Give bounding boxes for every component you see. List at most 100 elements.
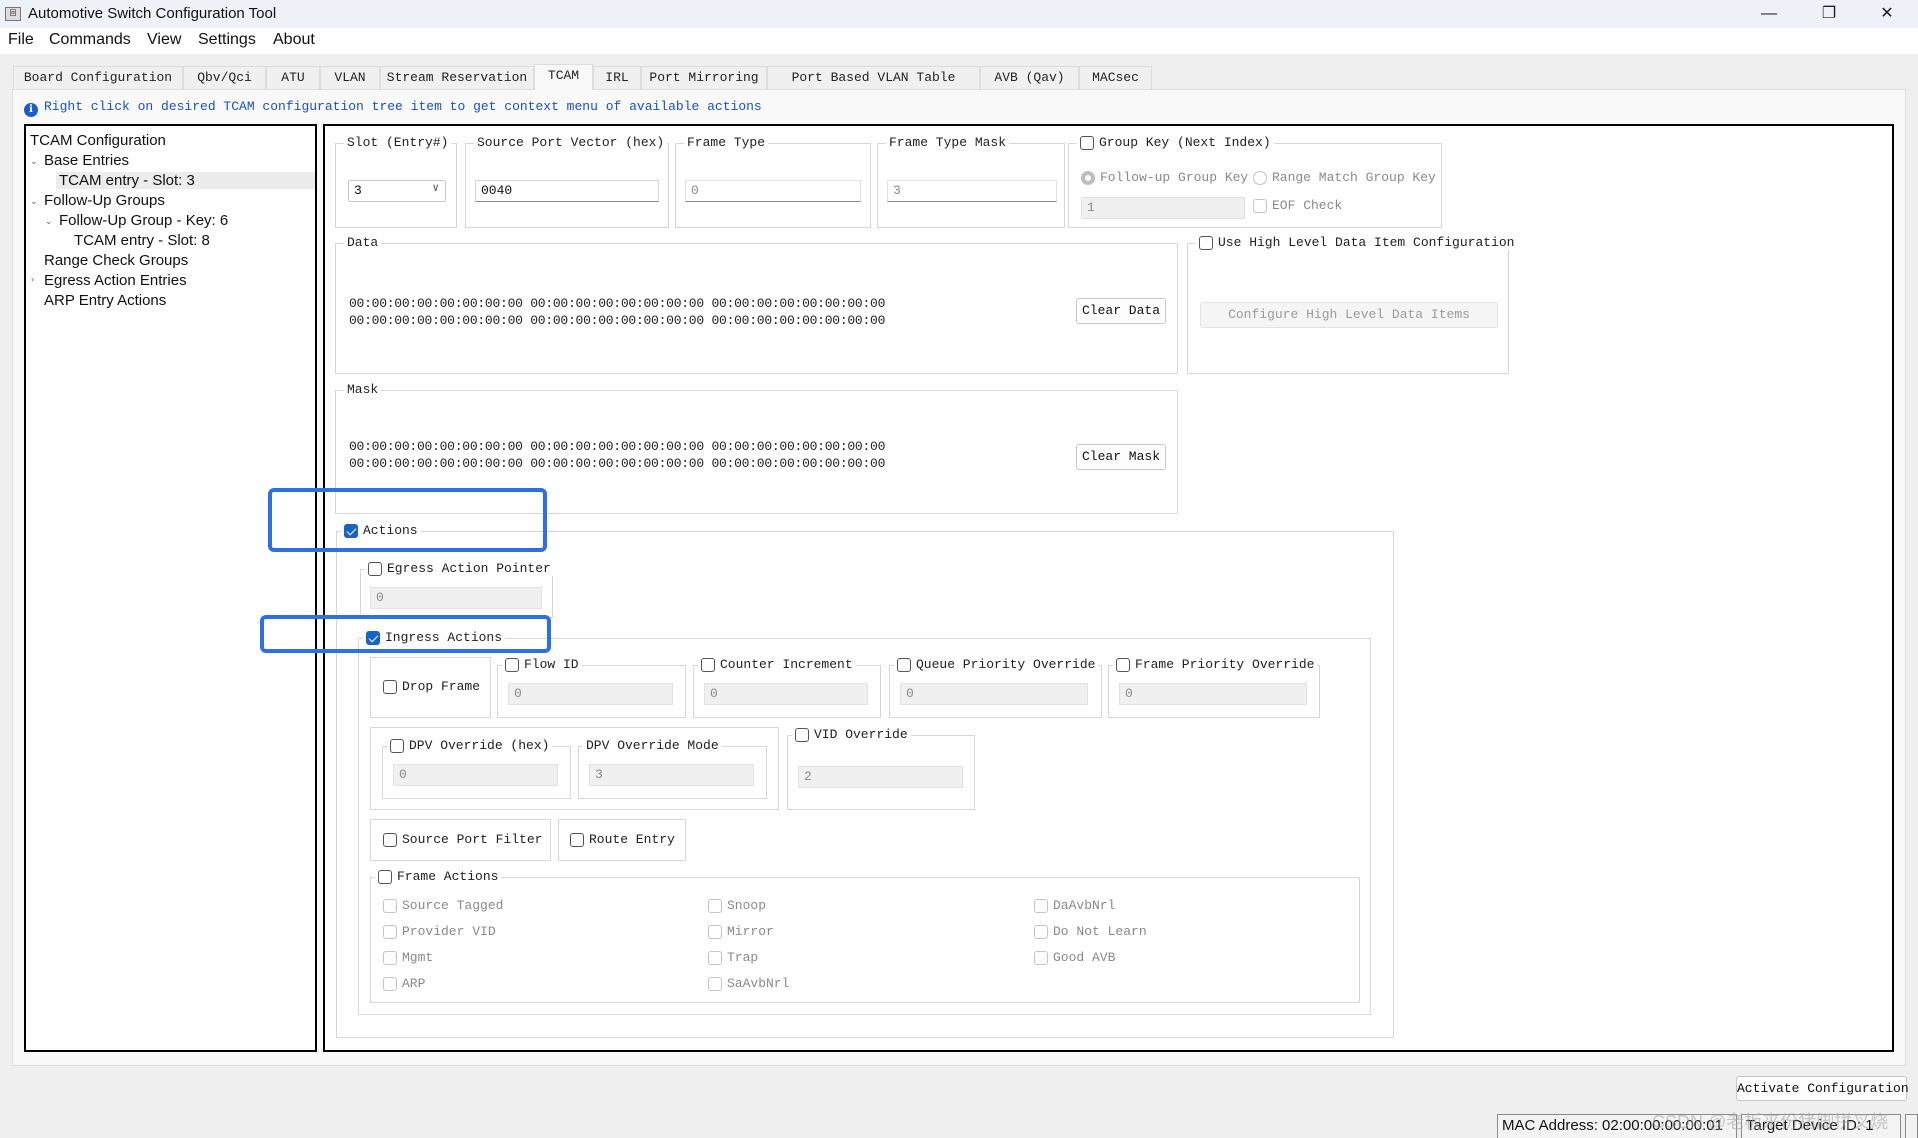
tab-board-configuration[interactable]: Board Configuration — [13, 66, 183, 89]
counter-increment-label[interactable]: Counter Increment — [698, 657, 856, 672]
egress-checkbox[interactable] — [368, 561, 382, 576]
group-key-label[interactable]: Group Key (Next Index) — [1077, 135, 1274, 150]
frame-type-input[interactable]: 0 — [685, 180, 861, 202]
expand-icon[interactable]: ⌄ — [45, 216, 53, 227]
configure-high-level-button[interactable]: Configure High Level Data Items — [1200, 302, 1498, 328]
data-line-2[interactable]: 00:00:00:00:00:00:00:00 00:00:00:00:00:0… — [349, 313, 885, 328]
counter-increment-input[interactable]: 0 — [704, 683, 868, 705]
data-line-1[interactable]: 00:00:00:00:00:00:00:00 00:00:00:00:00:0… — [349, 296, 885, 311]
menu-view[interactable]: View — [147, 31, 181, 49]
activate-configuration-button[interactable]: Activate Configuration — [1736, 1076, 1909, 1101]
flow-id-label[interactable]: Flow ID — [502, 657, 582, 672]
dpv-override-mode-label: DPV Override Mode — [583, 738, 722, 753]
frame-action-saavbnrl-checkbox[interactable]: SaAvbNrl — [708, 976, 789, 991]
frame-priority-override-label[interactable]: Frame Priority Override — [1113, 657, 1318, 672]
tree-item-follow-up-groups[interactable]: Follow-Up Groups — [44, 192, 165, 209]
counter-increment-checkbox[interactable] — [701, 657, 715, 672]
dpv-override-mode-input[interactable]: 3 — [589, 764, 754, 786]
frame-action-snoop-checkbox[interactable]: Snoop — [708, 898, 766, 913]
tab-qbv-qci[interactable]: Qbv/Qci — [183, 66, 266, 89]
vid-override-input[interactable]: 2 — [798, 766, 963, 788]
source-port-filter-checkbox[interactable]: Source Port Filter — [383, 832, 542, 847]
egress-action-pointer-input[interactable]: 0 — [370, 587, 542, 609]
eof-check-checkbox[interactable]: EOF Check — [1253, 198, 1342, 213]
dpv-override-checkbox[interactable] — [390, 738, 404, 753]
frame-priority-override-input[interactable]: 0 — [1119, 683, 1307, 705]
frame-action-mgmt-checkbox[interactable]: Mgmt — [383, 950, 433, 965]
checkbox-icon — [1253, 198, 1267, 213]
egress-label[interactable]: Egress Action Pointer — [365, 561, 554, 576]
tree-item-base-entries[interactable]: Base Entries — [44, 152, 129, 169]
frame-action-daavbnrl-checkbox[interactable]: DaAvbNrl — [1034, 898, 1115, 913]
group-key-input[interactable]: 1 — [1081, 197, 1245, 219]
frame-action-provider-vid-checkbox[interactable]: Provider VID — [383, 924, 496, 939]
tab-stream-reservation[interactable]: Stream Reservation — [380, 66, 534, 89]
drop-frame-checkbox[interactable]: Drop Frame — [383, 679, 480, 694]
menu-commands[interactable]: Commands — [49, 31, 131, 49]
tree-item-tcam-slot-8[interactable]: TCAM entry - Slot: 8 — [74, 232, 210, 249]
tcam-config-tree[interactable]: TCAM Configuration ⌄ Base Entries TCAM e… — [24, 124, 317, 1052]
frame-actions-label[interactable]: Frame Actions — [375, 869, 502, 884]
egress-action-pointer-group: Egress Action Pointer 0 — [360, 561, 554, 618]
expand-icon[interactable]: ⌄ — [30, 196, 38, 207]
close-button[interactable]: ✕ — [1858, 0, 1916, 28]
frame-action-source-tagged-checkbox[interactable]: Source Tagged — [383, 898, 503, 913]
expand-icon[interactable]: ⌄ — [30, 156, 38, 167]
tab-port-mirroring[interactable]: Port Mirroring — [641, 66, 767, 89]
queue-priority-override-input[interactable]: 0 — [900, 683, 1088, 705]
tab-atu[interactable]: ATU — [266, 66, 320, 89]
slot-select[interactable]: 3 ∨ — [348, 180, 446, 202]
vid-override-label[interactable]: VID Override — [792, 727, 911, 742]
queue-priority-override-checkbox[interactable] — [897, 657, 911, 672]
mask-line-2[interactable]: 00:00:00:00:00:00:00:00 00:00:00:00:00:0… — [349, 456, 885, 471]
frame-action-label: Good AVB — [1053, 950, 1116, 965]
dpv-override-input[interactable]: 0 — [393, 764, 558, 786]
checkbox-icon — [383, 950, 397, 965]
dpv-override-label[interactable]: DPV Override (hex) — [387, 738, 553, 753]
menu-settings[interactable]: Settings — [198, 31, 256, 49]
frame-action-do-not-learn-checkbox[interactable]: Do Not Learn — [1034, 924, 1147, 939]
route-entry-checkbox[interactable]: Route Entry — [570, 832, 675, 847]
checkbox-icon — [1034, 950, 1048, 965]
frame-action-trap-checkbox[interactable]: Trap — [708, 950, 758, 965]
tab-avb-qav[interactable]: AVB (Qav) — [980, 66, 1079, 89]
collapse-icon[interactable]: › — [31, 274, 34, 284]
tab-port-based-vlan-table[interactable]: Port Based VLAN Table — [767, 66, 980, 89]
route-entry-group: Route Entry — [558, 819, 686, 861]
frame-action-arp-checkbox[interactable]: ARP — [383, 976, 425, 991]
checkbox-icon — [383, 832, 397, 847]
tree-item-tcam-slot-3[interactable]: TCAM entry - Slot: 3 — [56, 172, 315, 189]
group-key-checkbox[interactable] — [1080, 135, 1094, 150]
tree-root[interactable]: TCAM Configuration — [30, 132, 166, 149]
menu-about[interactable]: About — [273, 31, 315, 49]
tab-irl[interactable]: IRL — [593, 66, 641, 89]
minimize-button[interactable]: — — [1740, 0, 1798, 28]
clear-data-button[interactable]: Clear Data — [1076, 298, 1166, 324]
tree-item-range-check-groups[interactable]: Range Check Groups — [44, 252, 188, 269]
frame-action-mirror-checkbox[interactable]: Mirror — [708, 924, 774, 939]
tree-item-egress-action-entries[interactable]: Egress Action Entries — [44, 272, 187, 289]
range-match-group-key-radio[interactable]: Range Match Group Key — [1253, 170, 1436, 185]
frame-priority-override-checkbox[interactable] — [1116, 657, 1130, 672]
queue-priority-override-label[interactable]: Queue Priority Override — [894, 657, 1099, 672]
flow-id-input[interactable]: 0 — [508, 683, 673, 705]
tree-item-follow-up-group-key-6[interactable]: Follow-Up Group - Key: 6 — [59, 212, 228, 229]
frame-actions-checkbox[interactable] — [378, 869, 392, 884]
mask-line-1[interactable]: 00:00:00:00:00:00:00:00 00:00:00:00:00:0… — [349, 439, 885, 454]
app-logo-icon: 回 — [5, 7, 21, 21]
clear-mask-button[interactable]: Clear Mask — [1076, 444, 1166, 470]
high-level-label[interactable]: Use High Level Data Item Configuration — [1196, 235, 1518, 250]
frame-action-good-avb-checkbox[interactable]: Good AVB — [1034, 950, 1115, 965]
flow-id-checkbox[interactable] — [505, 657, 519, 672]
high-level-checkbox[interactable] — [1199, 235, 1213, 250]
tab-macsec[interactable]: MACsec — [1079, 66, 1152, 89]
tree-item-arp-entry-actions[interactable]: ARP Entry Actions — [44, 292, 166, 309]
restore-button[interactable]: ❐ — [1800, 0, 1858, 28]
follow-up-group-key-radio[interactable]: Follow-up Group Key — [1081, 170, 1248, 185]
vid-override-checkbox[interactable] — [795, 727, 809, 742]
frame-type-mask-input[interactable]: 3 — [887, 180, 1057, 202]
tab-vlan[interactable]: VLAN — [320, 66, 380, 89]
source-port-vector-input[interactable]: 0040 — [475, 180, 659, 202]
tab-tcam[interactable]: TCAM — [534, 64, 593, 90]
menu-file[interactable]: File — [8, 31, 34, 49]
